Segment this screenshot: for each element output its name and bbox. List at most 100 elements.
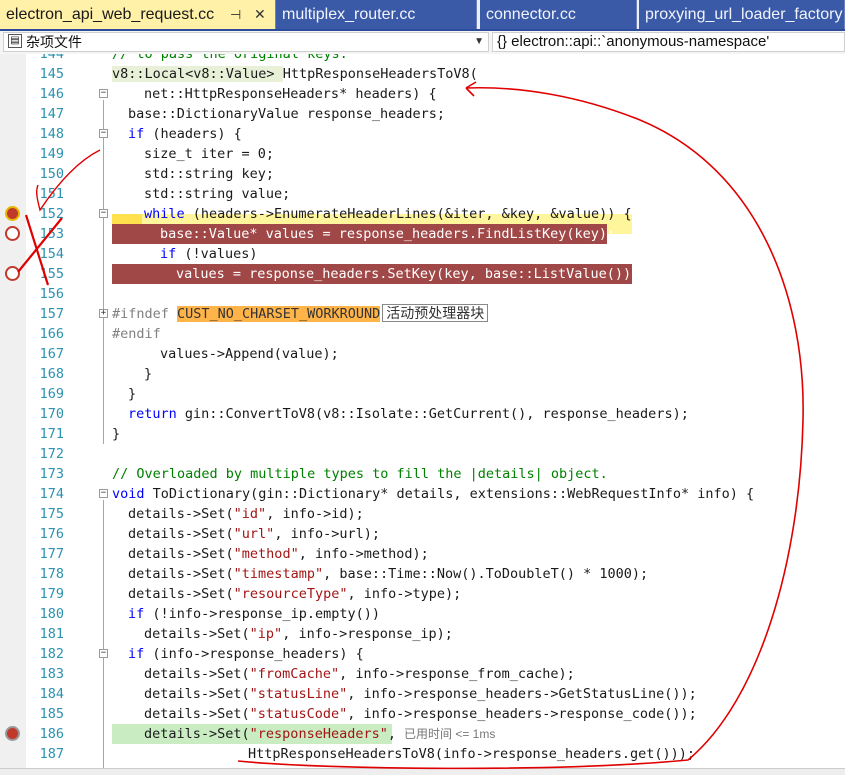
code-line-148[interactable]: 148 − if (headers) {	[0, 124, 845, 144]
code-line-166[interactable]: 166 #endif	[0, 324, 845, 344]
code-text: base::DictionaryValue response_headers;	[128, 106, 445, 122]
code-line-186[interactable]: 186 details->Set("responseHeaders", 已用时间 …	[0, 724, 845, 744]
code-text: #ifndef CUST_NO_CHARSET_WORKROUND 活动预处理器块	[112, 304, 489, 324]
code-line-175[interactable]: 175 details->Set("id", info->id);	[0, 504, 845, 524]
line-number: 156	[39, 286, 64, 302]
line-number: 171	[39, 426, 64, 442]
fold-toggle[interactable]: −	[99, 89, 108, 98]
tab-electron-api-web-request[interactable]: electron_api_web_request.cc ⊣ ✕	[0, 0, 276, 29]
code-text: details->Set("statusCode", info->respons…	[144, 706, 697, 722]
code-line-154[interactable]: 154 if (!values)	[0, 244, 845, 264]
code-text: base::Value* values = response_headers.F…	[160, 226, 616, 242]
code-text: HttpResponseHeadersToV8(info->response_h…	[248, 746, 696, 762]
code-line-145[interactable]: 145 v8::Local<v8::Value> HttpResponseHea…	[0, 64, 845, 84]
code-text: details->Set("id", info->id);	[128, 506, 364, 522]
code-text: details->Set("ip", info->response_ip);	[144, 626, 453, 642]
line-number: 150	[39, 166, 64, 182]
code-line-176[interactable]: 176 details->Set("url", info->url);	[0, 524, 845, 544]
project-dropdown[interactable]: ▤ 杂项文件 ▼	[3, 32, 489, 52]
pin-icon[interactable]: ⊣	[230, 0, 241, 29]
code-text: details->Set("url", info->url);	[128, 526, 380, 542]
code-text: if (info->response_headers) {	[128, 646, 364, 662]
code-line-169[interactable]: 169 }	[0, 384, 845, 404]
line-number: 175	[39, 506, 64, 522]
fold-toggle[interactable]: +	[99, 309, 108, 318]
fold-toggle[interactable]: −	[99, 489, 108, 498]
line-number: 151	[39, 186, 64, 202]
fold-toggle[interactable]: −	[99, 209, 108, 218]
code-line-144[interactable]: 144 // to pass the original keys.	[0, 54, 845, 64]
line-number: 157	[39, 306, 64, 322]
scope-label: {} electron::api::`anonymous-namespace'	[497, 33, 770, 50]
code-line-146[interactable]: 146 − net::HttpResponseHeaders* headers)…	[0, 84, 845, 104]
code-text: if (!info->response_ip.empty())	[128, 606, 380, 622]
code-line-179[interactable]: 179 details->Set("resourceType", info->t…	[0, 584, 845, 604]
code-text: net::HttpResponseHeaders* headers) {	[144, 86, 437, 102]
line-number: 152	[39, 206, 64, 222]
active-preprocessor-block-hint[interactable]: 活动预处理器块	[382, 304, 489, 322]
line-number: 176	[39, 526, 64, 542]
close-icon[interactable]: ✕	[254, 0, 266, 29]
line-number: 153	[39, 226, 64, 242]
line-number: 179	[39, 586, 64, 602]
code-line-171[interactable]: 171 }	[0, 424, 845, 444]
code-text: }	[144, 366, 153, 382]
line-number: 155	[39, 266, 64, 282]
code-line-155[interactable]: 155 values = response_headers.SetKey(key…	[0, 264, 845, 284]
code-text: // Overloaded by multiple types to fill …	[112, 466, 608, 482]
code-text: values->Append(value);	[160, 346, 339, 362]
code-line-183[interactable]: 183 details->Set("fromCache", info->resp…	[0, 664, 845, 684]
code-line-178[interactable]: 178 details->Set("timestamp", base::Time…	[0, 564, 845, 584]
line-number: 185	[39, 706, 64, 722]
code-line-182[interactable]: 182 − if (info->response_headers) {	[0, 644, 845, 664]
code-line-174[interactable]: 174 − void ToDictionary(gin::Dictionary*…	[0, 484, 845, 504]
code-text: details->Set("fromCache", info->response…	[144, 666, 575, 682]
code-line-147[interactable]: 147 base::DictionaryValue response_heade…	[0, 104, 845, 124]
code-text: std::string value;	[144, 186, 291, 202]
line-number: 172	[39, 446, 64, 462]
fold-toggle[interactable]: −	[99, 649, 108, 658]
code-line-177[interactable]: 177 details->Set("method", info->method)…	[0, 544, 845, 564]
code-editor[interactable]: 144 // to pass the original keys. 145 v8…	[0, 54, 845, 768]
code-text: details->Set("responseHeaders", 已用时间 <= 1…	[144, 726, 496, 742]
code-text: details->Set("method", info->method);	[128, 546, 429, 562]
line-number: 149	[39, 146, 64, 162]
code-line-181[interactable]: 181 details->Set("ip", info->response_ip…	[0, 624, 845, 644]
code-line-185[interactable]: 185 details->Set("statusCode", info->res…	[0, 704, 845, 724]
line-number: 167	[39, 346, 64, 362]
scope-dropdown[interactable]: {} electron::api::`anonymous-namespace'	[492, 32, 845, 52]
code-text: details->Set("timestamp", base::Time::No…	[128, 566, 649, 582]
code-line-152[interactable]: 152 − while (headers->EnumerateHeaderLin…	[0, 204, 845, 224]
line-number: 148	[39, 126, 64, 142]
tab-label: electron_api_web_request.cc	[6, 6, 215, 23]
code-line-149[interactable]: 149 size_t iter = 0;	[0, 144, 845, 164]
tab-label: connector.cc	[486, 6, 576, 23]
code-line-168[interactable]: 168 }	[0, 364, 845, 384]
code-line-173[interactable]: 173 // Overloaded by multiple types to f…	[0, 464, 845, 484]
tab-proxying-url-loader-factory[interactable]: proxying_url_loader_factory	[639, 0, 845, 29]
code-line-170[interactable]: 170 return gin::ConvertToV8(v8::Isolate:…	[0, 404, 845, 424]
line-number: 146	[39, 86, 64, 102]
line-number: 177	[39, 546, 64, 562]
code-line-156[interactable]: 156	[0, 284, 845, 304]
code-line-153[interactable]: 153 base::Value* values = response_heade…	[0, 224, 845, 244]
line-number: 186	[39, 726, 64, 742]
tab-connector[interactable]: connector.cc	[480, 0, 637, 29]
code-line-150[interactable]: 150 std::string key;	[0, 164, 845, 184]
line-number: 184	[39, 686, 64, 702]
code-line-184[interactable]: 184 details->Set("statusLine", info->res…	[0, 684, 845, 704]
fold-toggle[interactable]: −	[99, 129, 108, 138]
tab-multiplex-router[interactable]: multiplex_router.cc	[276, 0, 477, 29]
code-line-172[interactable]: 172	[0, 444, 845, 464]
line-number: 174	[39, 486, 64, 502]
code-line-151[interactable]: 151 std::string value;	[0, 184, 845, 204]
code-line-157[interactable]: 157 + #ifndef CUST_NO_CHARSET_WORKROUND 活…	[0, 304, 845, 324]
code-line-187[interactable]: 187 HttpResponseHeadersToV8(info->respon…	[0, 744, 845, 764]
code-line-180[interactable]: 180 if (!info->response_ip.empty())	[0, 604, 845, 624]
chevron-down-icon[interactable]: ▼	[474, 33, 484, 51]
code-text: std::string key;	[144, 166, 275, 182]
code-line-167[interactable]: 167 values->Append(value);	[0, 344, 845, 364]
code-text: // to pass the original keys.	[112, 54, 348, 62]
tab-label: multiplex_router.cc	[282, 6, 416, 23]
line-number: 166	[39, 326, 64, 342]
